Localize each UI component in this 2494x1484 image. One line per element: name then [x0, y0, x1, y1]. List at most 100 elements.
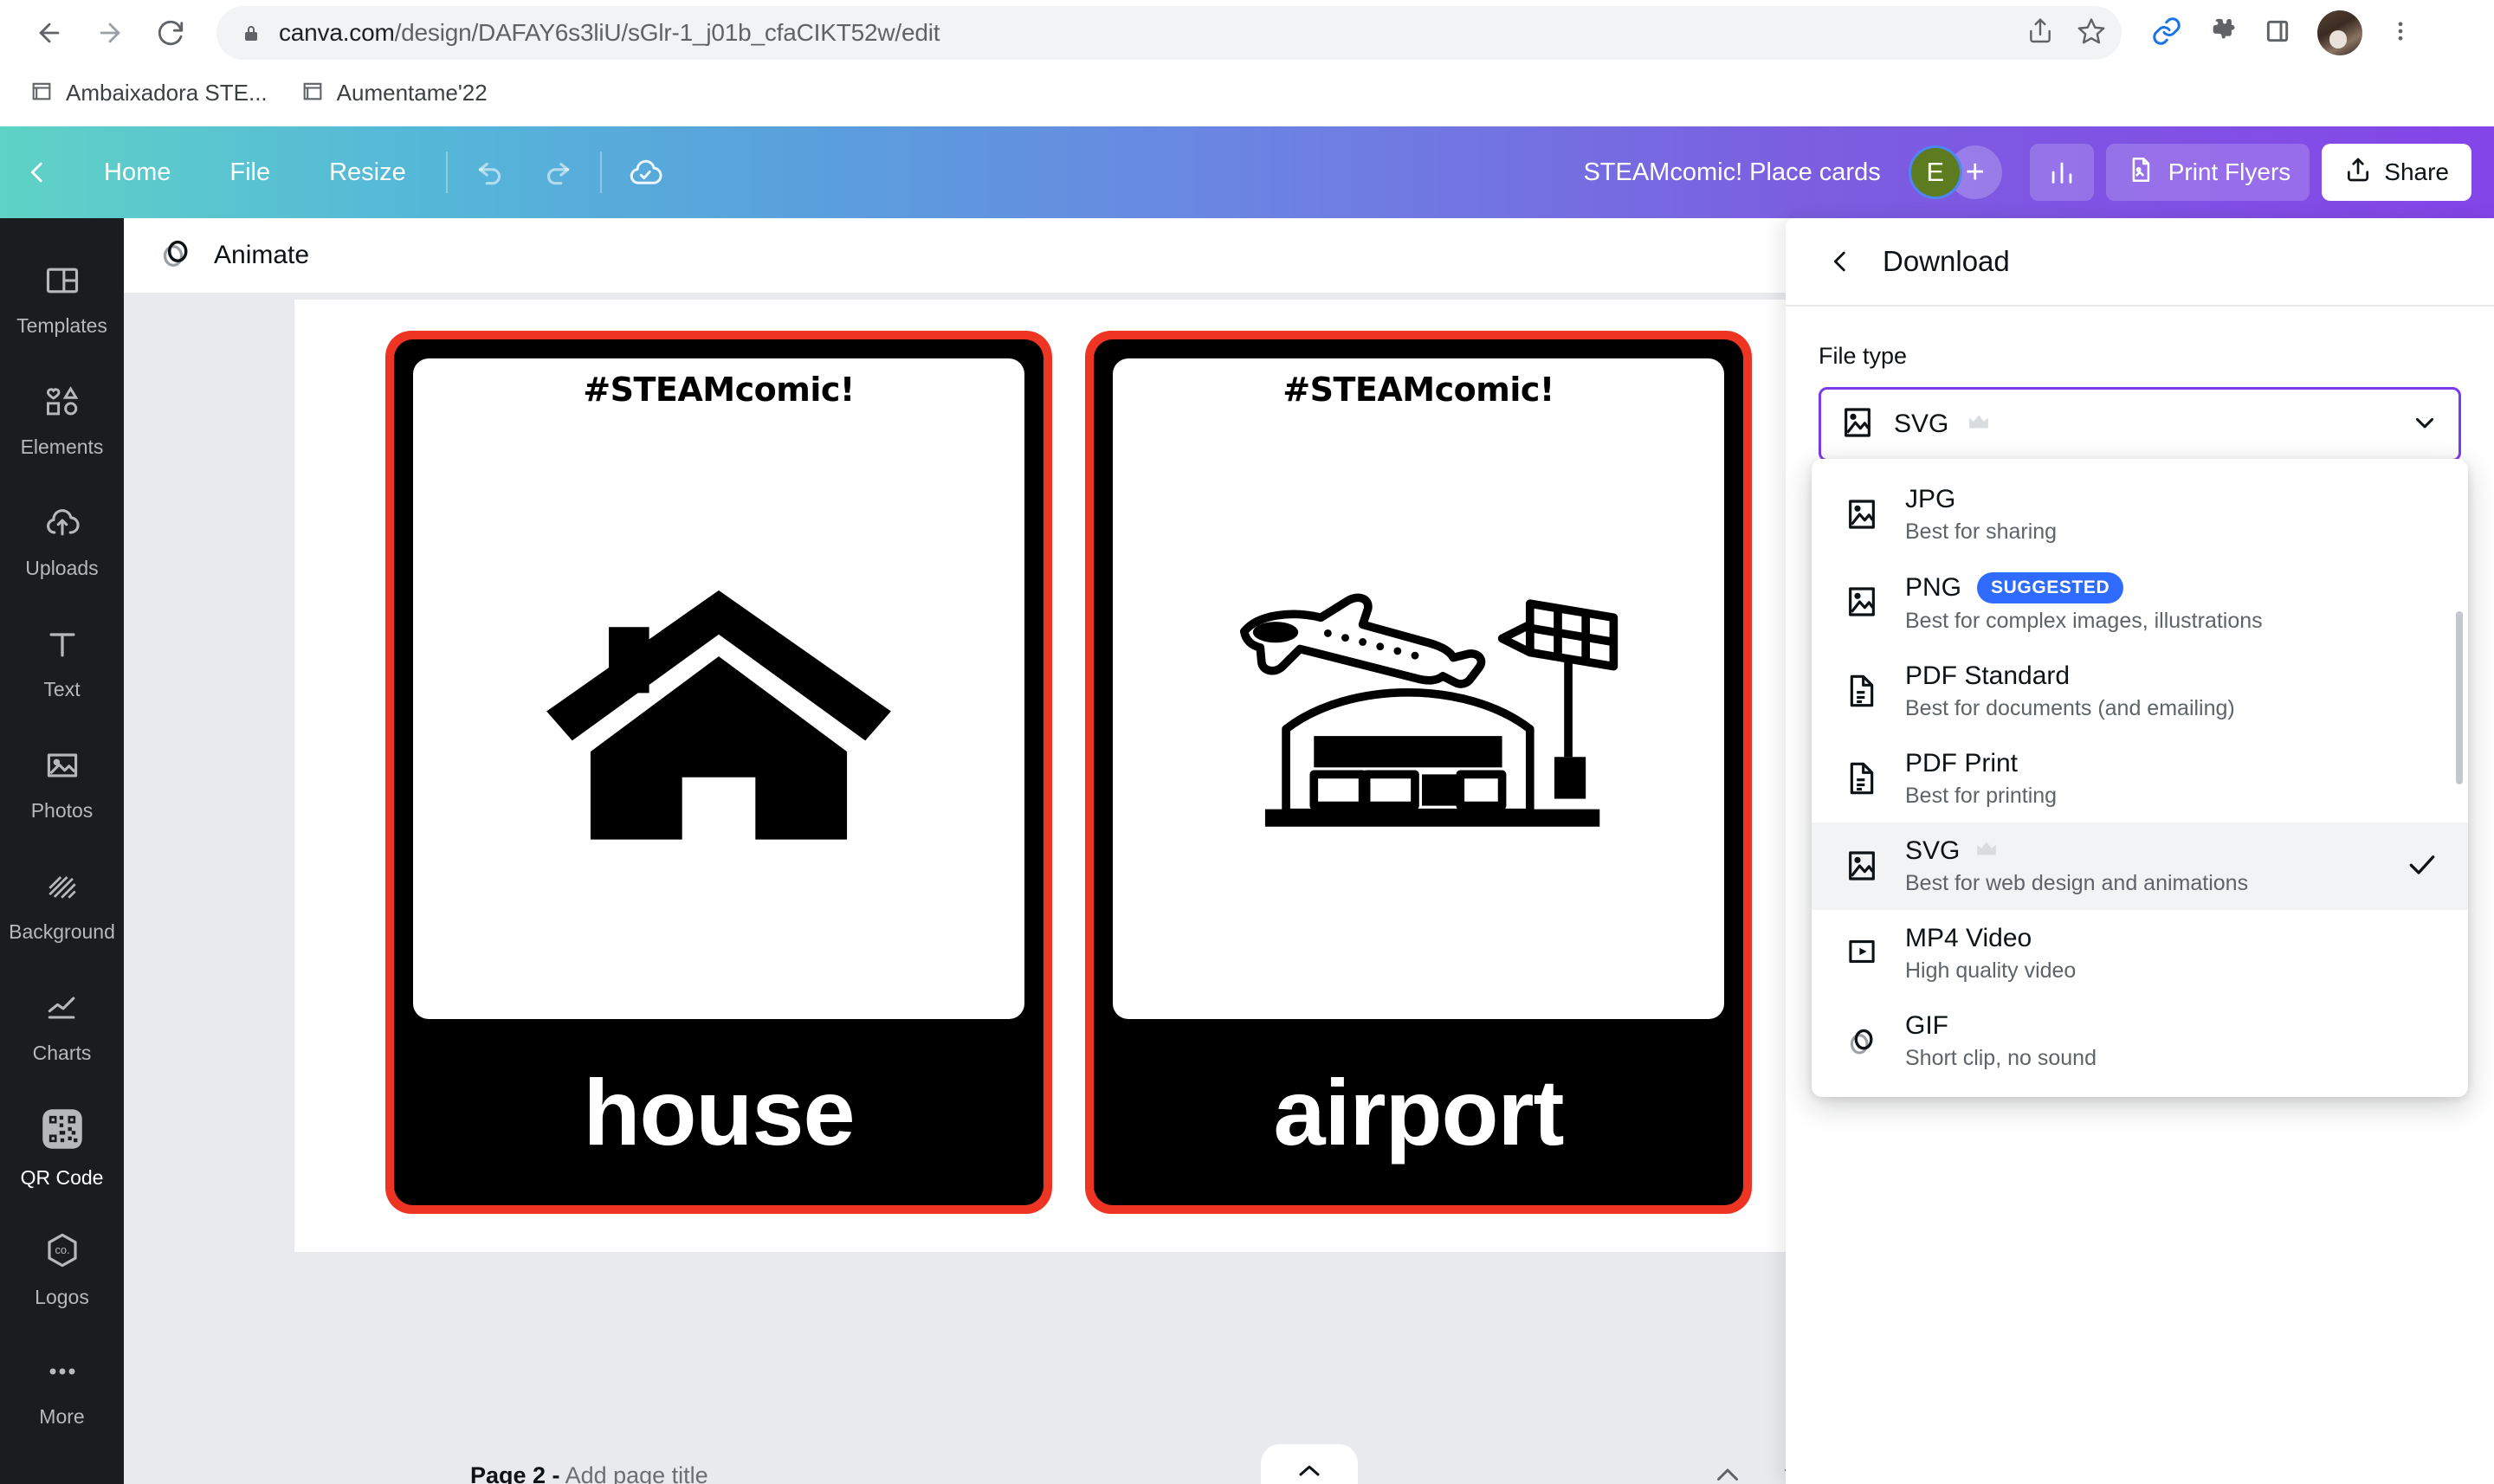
logos-hexagon-icon: co. — [42, 1229, 83, 1275]
dropdown-option-pdf-standard[interactable]: PDF Standard Best for documents (and ema… — [1812, 648, 2468, 735]
card-word: airport — [1113, 1019, 1724, 1205]
option-text: PDF Standard Best for documents (and ema… — [1905, 661, 2235, 721]
place-card-house[interactable]: #STEAMcomic! house — [385, 331, 1052, 1214]
chevron-left-icon[interactable] — [0, 158, 74, 187]
side-panel-icon[interactable] — [2264, 17, 2291, 49]
house-icon — [413, 428, 1024, 1010]
design-page[interactable]: #STEAMcomic! house — [294, 300, 1836, 1252]
text-t-icon — [43, 625, 81, 668]
divider — [446, 152, 448, 193]
move-up-icon[interactable] — [1706, 1446, 1749, 1484]
dropdown-option-mp4-video[interactable]: MP4 Video High quality video — [1812, 910, 2468, 997]
sidebar-item-label: Photos — [31, 799, 94, 823]
forward-arrow-icon[interactable] — [83, 6, 137, 60]
file-menu-item[interactable]: File — [200, 158, 300, 187]
option-description: Short clip, no sound — [1905, 1046, 2097, 1071]
option-description: Best for complex images, illustrations — [1905, 609, 2263, 634]
option-name-row: PDF Print — [1905, 749, 2057, 778]
option-label: GIF — [1905, 1011, 1948, 1041]
sidebar-item-elements[interactable]: Elements — [0, 360, 124, 481]
bookmark-item[interactable]: Aumentame'22 — [290, 74, 498, 113]
image-icon — [1841, 572, 1883, 619]
sidebar-item-uploads[interactable]: Uploads — [0, 481, 124, 603]
card-illustration-area: #STEAMcomic! — [413, 358, 1024, 1019]
dropdown-option-jpg[interactable]: JPG Best for sharing — [1812, 471, 2468, 558]
panel-title: Download — [1883, 245, 2010, 278]
bookmark-item[interactable]: Ambaixadora STE... — [19, 74, 278, 113]
folder-icon — [300, 79, 325, 107]
dropdown-option-gif[interactable]: GIF Short clip, no sound — [1812, 997, 2468, 1085]
crown-icon — [1975, 840, 1998, 863]
file-type-dropdown: JPG Best for sharing PNG SUGGESTED — [1812, 459, 2468, 1097]
option-name-row: GIF — [1905, 1011, 2097, 1041]
url-text: canva.com/design/DAFAY6s3liU/sGlr-1_j01b… — [279, 19, 940, 47]
image-icon — [1841, 836, 1883, 883]
video-icon — [1841, 924, 1883, 967]
sidebar-item-label: Templates — [16, 314, 107, 338]
chevron-left-icon[interactable] — [1820, 242, 1860, 281]
option-label: JPG — [1905, 485, 1955, 514]
redo-icon[interactable] — [524, 139, 590, 205]
design-title[interactable]: STEAMcomic! Place cards — [1583, 158, 1880, 187]
dropdown-option-png[interactable]: PNG SUGGESTED Best for complex images, i… — [1812, 558, 2468, 648]
download-panel: Download File type SVG — [1786, 218, 2494, 1484]
print-flyers-label: Print Flyers — [2168, 158, 2291, 186]
bar-chart-icon[interactable] — [2030, 144, 2094, 201]
sidebar-item-label: Logos — [35, 1286, 89, 1309]
browser-nav-row: canva.com/design/DAFAY6s3liU/sGlr-1_j01b… — [0, 0, 2494, 66]
sidebar-item-text[interactable]: Text — [0, 603, 124, 724]
sidebar-item-label: Uploads — [25, 557, 98, 580]
sidebar-item-photos[interactable]: Photos — [0, 724, 124, 845]
share-icon[interactable] — [2026, 17, 2054, 49]
document-icon — [1841, 661, 1883, 708]
back-arrow-icon[interactable] — [23, 6, 76, 60]
image-icon — [1840, 405, 1875, 444]
three-dot-menu-icon[interactable] — [2388, 19, 2413, 48]
status-badge: SUGGESTED — [1977, 572, 2123, 603]
editor-area: Animate #STEAMcomic! — [124, 218, 2494, 1484]
chevron-down-icon[interactable] — [2410, 408, 2439, 442]
place-card-airport[interactable]: #STEAMcomic! — [1085, 331, 1752, 1214]
avatar[interactable] — [2317, 10, 2362, 55]
sidebar-item-charts[interactable]: Charts — [0, 966, 124, 1087]
dropdown-option-pdf-print[interactable]: PDF Print Best for printing — [1812, 735, 2468, 823]
sidebar-item-logos[interactable]: co. Logos — [0, 1209, 124, 1330]
option-description: Best for sharing — [1905, 519, 2057, 545]
puzzle-icon[interactable] — [2208, 16, 2238, 50]
sidebar-item-templates[interactable]: Templates — [0, 239, 124, 360]
topbar-right-group: STEAMcomic! Place cards E + Print Flyers… — [1583, 144, 2494, 201]
share-button[interactable]: Share — [2322, 144, 2471, 201]
page-title-placeholder: Add page title — [565, 1462, 708, 1484]
print-flyers-button[interactable]: Print Flyers — [2106, 144, 2310, 201]
card-inner: #STEAMcomic! — [1094, 339, 1743, 1205]
home-menu-item[interactable]: Home — [74, 158, 200, 187]
option-label: PDF Standard — [1905, 661, 2070, 691]
resize-menu-item[interactable]: Resize — [300, 158, 436, 187]
cloud-saved-icon[interactable] — [612, 139, 678, 205]
card-inner: #STEAMcomic! house — [394, 339, 1043, 1205]
dropdown-option-svg[interactable]: SVG Best for web design and animations — [1812, 823, 2468, 910]
sidebar-item-more[interactable]: More — [0, 1330, 124, 1451]
sidebar-item-qr-code[interactable]: QR Code — [0, 1087, 124, 1209]
bookmarks-bar: Ambaixadora STE... Aumentame'22 — [0, 66, 2494, 119]
animate-label[interactable]: Animate — [214, 241, 309, 270]
avatar[interactable]: E — [1909, 145, 1962, 199]
page-title[interactable]: Page 2 - Add page title — [470, 1462, 708, 1484]
file-type-select[interactable]: SVG — [1819, 387, 2461, 461]
download-panel-header: Download — [1786, 218, 2494, 306]
option-name-row: PNG SUGGESTED — [1905, 572, 2263, 603]
option-label: PDF Print — [1905, 749, 2018, 778]
address-bar[interactable]: canva.com/design/DAFAY6s3liU/sGlr-1_j01b… — [216, 6, 2122, 60]
sidebar-item-background[interactable]: Background — [0, 845, 124, 966]
undo-icon[interactable] — [458, 139, 524, 205]
reload-icon[interactable] — [144, 6, 197, 60]
qr-code-icon — [40, 1107, 85, 1156]
sidebar-item-label: Elements — [21, 436, 104, 459]
card-hashtag: #STEAMcomic! — [1113, 371, 1724, 409]
link-icon[interactable] — [2151, 16, 2182, 51]
option-description: Best for documents (and emailing) — [1905, 696, 2235, 721]
page-expand-button[interactable] — [1261, 1444, 1358, 1484]
document-icon — [1841, 749, 1883, 796]
star-icon[interactable] — [2077, 16, 2106, 50]
checkmark-icon — [2406, 848, 2439, 885]
